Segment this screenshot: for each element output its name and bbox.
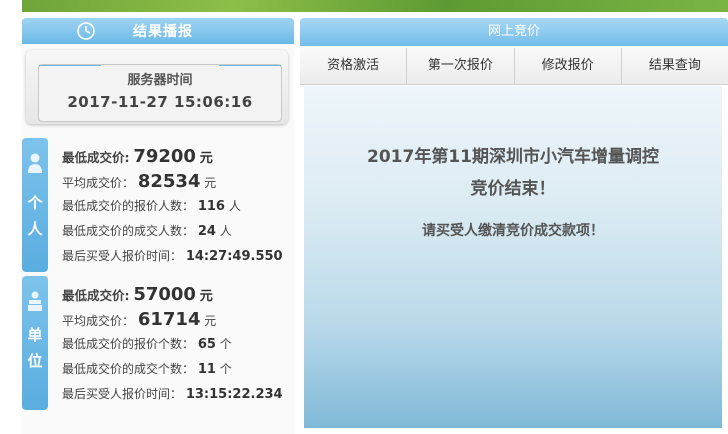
server-time-label: 服务器时间: [127, 73, 193, 88]
personal-lowest-deals-row: 最低成交价的成交人数： 24 人: [62, 224, 232, 239]
server-time-value: 2017-11-27 15:06:16: [67, 93, 253, 111]
company-last-bid-time: 13:15:22.234: [185, 387, 283, 402]
company-lowest-bidders: 65: [197, 337, 216, 352]
company-stats: 单 位 最低成交价: 57000 元 平均成交价： 61714 元 最低成交价的…: [22, 276, 294, 410]
personal-tab-char-2: 人: [27, 220, 43, 238]
personal-lowest-price: 79200: [133, 146, 196, 167]
content-subtitle: 竞价结束！: [470, 179, 556, 199]
tab-qualification-activation[interactable]: 资格激活: [300, 48, 408, 84]
server-time-box: 服务器时间 2017-11-27 15:06:16: [26, 50, 288, 124]
company-avg-price-row: 平均成交价： 61714 元: [62, 309, 217, 330]
company-avg-price: 61714: [137, 309, 201, 330]
tab-result-query[interactable]: 结果查询: [622, 48, 728, 84]
online-bidding-panel: 网上竞价 资格激活 第一次报价 修改报价 结果查询 2017年第11期深圳市小汽…: [300, 18, 728, 434]
personal-lowest-price-row: 最低成交价: 79200 元: [62, 146, 213, 167]
tab-modify-bid[interactable]: 修改报价: [515, 48, 622, 84]
panel-title: 结果播报: [133, 24, 193, 40]
company-tab: 单 位: [22, 276, 48, 410]
bidding-tabs: 资格激活 第一次报价 修改报价 结果查询: [300, 48, 728, 85]
personal-avg-price: 82534: [137, 171, 201, 192]
result-broadcast-header: 结果播报: [22, 18, 294, 44]
top-banner: [22, 0, 728, 12]
company-tab-char-1: 单: [27, 326, 43, 344]
bidding-content: 2017年第11期深圳市小汽车增量调控 竞价结束！ 请买受人缴清竞价成交款项！: [304, 86, 722, 428]
personal-tab: 个 人: [22, 138, 48, 272]
personal-last-bid-row: 最后买受人报价时间： 14:27:49.550: [62, 249, 283, 264]
company-lowest-deals: 11: [197, 362, 216, 377]
person-icon: [28, 153, 42, 173]
company-lowest-price: 57000: [133, 284, 196, 305]
personal-lowest-deals: 24: [197, 224, 216, 239]
company-tab-char-2: 位: [27, 352, 43, 370]
personal-tab-char-1: 个: [27, 194, 43, 212]
personal-lowest-bidders: 116: [197, 199, 225, 214]
company-lowest-bidders-row: 最低成交价的报价个数： 65 个: [62, 337, 232, 352]
personal-avg-price-row: 平均成交价： 82534 元: [62, 171, 217, 192]
personal-stats: 个 人 最低成交价: 79200 元 平均成交价： 82534 元 最低成交价的…: [22, 138, 294, 272]
result-broadcast-panel: 结果播报 服务器时间 2017-11-27 15:06:16 个 人 最低成交价…: [22, 18, 294, 434]
online-bidding-header: 网上竞价: [300, 18, 728, 46]
payment-notice: 请买受人缴清竞价成交款项！: [422, 223, 604, 239]
personal-last-bid-time: 14:27:49.550: [185, 249, 283, 264]
clock-icon: [77, 22, 95, 40]
company-last-bid-row: 最后买受人报价时间： 13:15:22.234: [62, 387, 283, 402]
content-title: 2017年第11期深圳市小汽车增量调控: [367, 147, 659, 167]
company-lowest-price-row: 最低成交价: 57000 元: [62, 284, 213, 305]
tab-first-bid[interactable]: 第一次报价: [407, 48, 515, 84]
company-icon: [28, 291, 42, 311]
company-lowest-deals-row: 最低成交价的成交个数： 11 个: [62, 362, 232, 377]
personal-lowest-bidders-row: 最低成交价的报价人数： 116 人: [62, 199, 241, 214]
